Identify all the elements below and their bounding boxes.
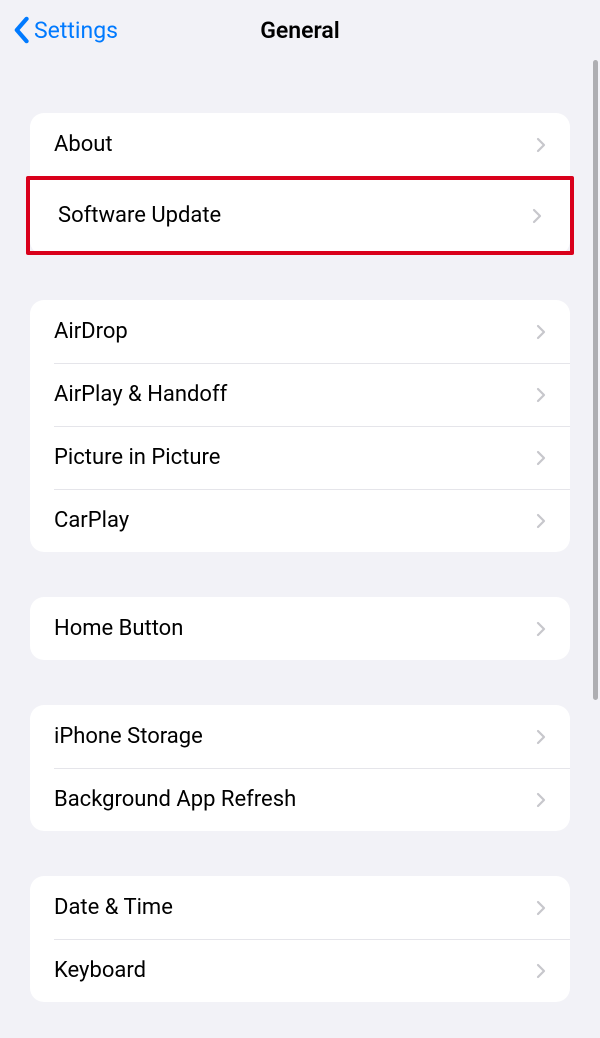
chevron-right-icon	[536, 963, 546, 979]
chevron-right-icon	[536, 513, 546, 529]
settings-group-input: Date & Time Keyboard	[30, 876, 570, 1002]
chevron-right-icon	[536, 137, 546, 153]
row-label: About	[54, 132, 113, 157]
chevron-right-icon	[536, 792, 546, 808]
chevron-right-icon	[536, 729, 546, 745]
row-home-button[interactable]: Home Button	[30, 597, 570, 660]
settings-group-storage: iPhone Storage Background App Refresh	[30, 705, 570, 831]
settings-group-connectivity: AirDrop AirPlay & Handoff Picture in Pic…	[30, 300, 570, 552]
nav-header: Settings General	[0, 0, 600, 60]
back-label: Settings	[34, 17, 118, 44]
row-label: Keyboard	[54, 958, 146, 983]
row-date-time[interactable]: Date & Time	[30, 876, 570, 939]
chevron-right-icon	[536, 387, 546, 403]
content-area: About Software Update AirDrop AirPlay & …	[0, 60, 600, 1038]
row-label: AirDrop	[54, 319, 128, 344]
row-about[interactable]: About	[30, 113, 570, 176]
scrollbar[interactable]	[593, 60, 598, 700]
chevron-left-icon	[12, 16, 30, 44]
row-label: CarPlay	[54, 508, 129, 533]
row-keyboard[interactable]: Keyboard	[30, 939, 570, 1002]
highlight-annotation: Software Update	[26, 176, 574, 255]
chevron-right-icon	[536, 621, 546, 637]
row-label: Background App Refresh	[54, 787, 296, 812]
row-label: Date & Time	[54, 895, 173, 920]
settings-group-about: About Software Update	[30, 113, 570, 255]
chevron-right-icon	[536, 900, 546, 916]
page-title: General	[260, 17, 340, 44]
back-button[interactable]: Settings	[12, 16, 118, 44]
row-picture-in-picture[interactable]: Picture in Picture	[30, 426, 570, 489]
row-background-app-refresh[interactable]: Background App Refresh	[30, 768, 570, 831]
row-label: iPhone Storage	[54, 724, 203, 749]
row-carplay[interactable]: CarPlay	[30, 489, 570, 552]
row-label: Software Update	[58, 203, 221, 228]
row-iphone-storage[interactable]: iPhone Storage	[30, 705, 570, 768]
row-label: Picture in Picture	[54, 445, 220, 470]
chevron-right-icon	[536, 450, 546, 466]
row-airplay-handoff[interactable]: AirPlay & Handoff	[30, 363, 570, 426]
settings-group-home-button: Home Button	[30, 597, 570, 660]
row-label: AirPlay & Handoff	[54, 382, 227, 407]
row-software-update[interactable]: Software Update	[30, 180, 570, 251]
chevron-right-icon	[532, 208, 542, 224]
chevron-right-icon	[536, 324, 546, 340]
row-label: Home Button	[54, 616, 183, 641]
row-airdrop[interactable]: AirDrop	[30, 300, 570, 363]
